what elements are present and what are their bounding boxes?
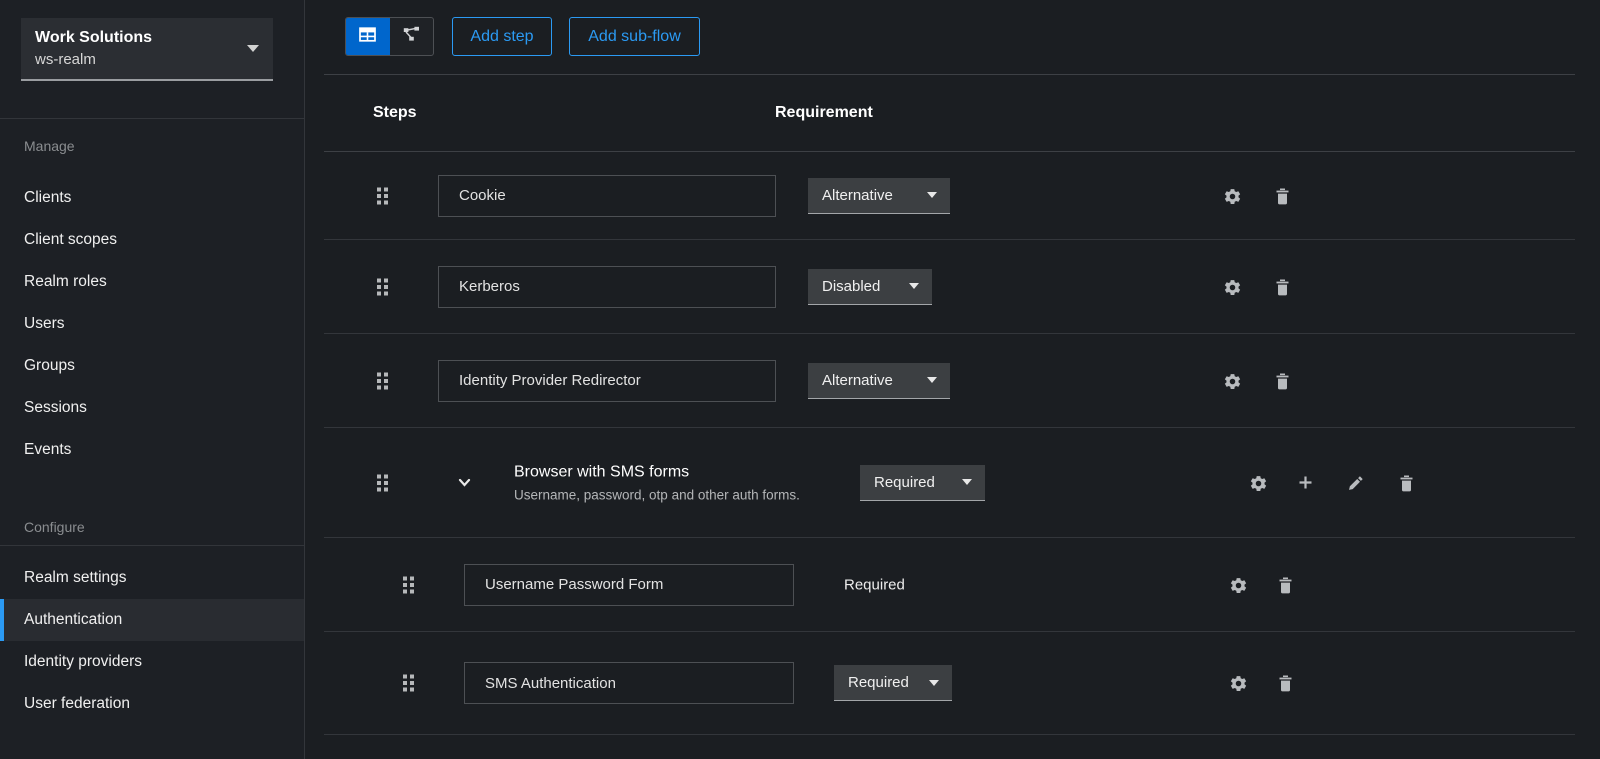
delete-button[interactable] — [1278, 577, 1294, 593]
subflow-row: Browser with SMS forms Username, passwor… — [324, 428, 1575, 538]
delete-button[interactable] — [1275, 279, 1291, 295]
gear-icon — [1230, 676, 1247, 691]
diagram-view-icon — [403, 26, 420, 47]
realm-switcher-realm-name: ws-realm — [35, 51, 96, 69]
sidebar-item-authentication[interactable]: Authentication — [0, 599, 304, 641]
step-name: SMS Authentication — [485, 674, 616, 692]
step-row: Kerberos Disabled — [324, 240, 1575, 334]
nav-list-configure: Realm settings Authentication Identity pro… — [0, 557, 304, 725]
step-row: SMS Authentication Required — [324, 632, 1575, 735]
column-header-steps: Steps — [373, 103, 417, 121]
settings-button[interactable] — [1224, 188, 1241, 204]
sidebar-item-client-scopes[interactable]: Client scopes — [0, 219, 304, 261]
sidebar: Work Solutions ws-realm Manage Clients Cl… — [0, 0, 305, 759]
plus-icon — [1299, 476, 1312, 489]
delete-button[interactable] — [1399, 475, 1415, 491]
step-name: Kerberos — [459, 278, 520, 295]
step-name-box: Cookie — [438, 174, 776, 217]
edit-button[interactable] — [1348, 475, 1364, 491]
step-row: Username Password Form Required — [324, 538, 1575, 632]
sidebar-item-identity-providers[interactable]: Identity providers — [0, 641, 304, 683]
step-name-box: Kerberos — [438, 265, 776, 308]
trash-icon — [1276, 188, 1289, 204]
subflow-title-block: Browser with SMS forms Username, passwor… — [514, 463, 800, 502]
nav-list-manage: Clients Client scopes Realm roles Users Grou… — [0, 177, 304, 471]
pencil-icon — [1349, 475, 1363, 490]
requirement-select[interactable]: Required — [860, 464, 985, 501]
trash-icon — [1279, 577, 1292, 593]
gear-icon — [1224, 373, 1241, 389]
settings-button[interactable] — [1250, 475, 1267, 491]
trash-icon — [1276, 373, 1289, 389]
drag-handle[interactable] — [376, 277, 389, 296]
settings-button[interactable] — [1224, 373, 1241, 389]
sidebar-item-groups[interactable]: Groups — [0, 345, 304, 387]
flow-table-body: Cookie Alternative Kerberos Disabled Ide… — [324, 152, 1575, 735]
requirement-select[interactable]: Required — [834, 665, 952, 701]
gear-icon — [1250, 475, 1267, 491]
chevron-down-icon[interactable] — [458, 478, 471, 487]
drag-handle[interactable] — [402, 575, 415, 594]
settings-button[interactable] — [1230, 675, 1247, 691]
subflow-description: Username, password, otp and other auth f… — [514, 487, 800, 502]
realm-switcher[interactable]: Work Solutions ws-realm — [21, 18, 273, 81]
flow-table-header: Steps Requirement — [324, 74, 1575, 152]
step-name: Cookie — [459, 187, 506, 204]
step-name: Username Password Form — [485, 576, 664, 593]
gear-icon — [1224, 279, 1241, 295]
requirement-value: Required — [844, 576, 905, 593]
step-name: Identity Provider Redirector — [459, 372, 641, 389]
step-row: Cookie Alternative — [324, 152, 1575, 240]
step-row: Identity Provider Redirector Alternative — [324, 334, 1575, 428]
delete-button[interactable] — [1275, 188, 1291, 204]
gear-icon — [1230, 577, 1247, 593]
requirement-select[interactable]: Alternative — [808, 362, 950, 399]
step-name-box: Username Password Form — [464, 563, 794, 606]
requirement-value: Required — [874, 473, 935, 491]
sidebar-item-sessions[interactable]: Sessions — [0, 387, 304, 429]
settings-button[interactable] — [1230, 577, 1247, 593]
sidebar-item-users[interactable]: Users — [0, 303, 304, 345]
sidebar-item-events[interactable]: Events — [0, 429, 304, 471]
drag-handle[interactable] — [376, 186, 389, 205]
requirement-select[interactable]: Disabled — [808, 268, 932, 305]
sidebar-item-realm-settings[interactable]: Realm settings — [0, 557, 304, 599]
step-name-box: Identity Provider Redirector — [438, 359, 776, 402]
requirement-select[interactable]: Alternative — [808, 177, 950, 214]
requirement-value: Required — [848, 674, 909, 691]
requirement-value: Alternative — [822, 186, 893, 204]
column-header-requirement: Requirement — [775, 103, 873, 121]
add-step-button[interactable] — [1298, 475, 1314, 491]
caret-down-icon — [247, 45, 259, 52]
nav-section-configure: Configure — [24, 519, 85, 535]
subflow-name: Browser with SMS forms — [514, 463, 690, 480]
step-name-box: SMS Authentication — [464, 662, 794, 704]
drag-handle[interactable] — [376, 473, 389, 492]
drag-handle[interactable] — [376, 371, 389, 390]
delete-button[interactable] — [1275, 373, 1291, 389]
realm-switcher-title: Work Solutions — [35, 28, 153, 46]
diagram-view-toggle-button[interactable] — [390, 18, 434, 55]
sidebar-item-clients[interactable]: Clients — [0, 177, 304, 219]
table-view-icon — [359, 26, 377, 47]
drag-handle[interactable] — [402, 674, 415, 693]
requirement-value: Alternative — [822, 371, 893, 389]
sidebar-item-user-federation[interactable]: User federation — [0, 683, 304, 725]
table-view-toggle-button[interactable] — [346, 18, 390, 55]
trash-icon — [1279, 675, 1292, 692]
sidebar-divider — [0, 118, 304, 119]
view-mode-toggle-group — [345, 17, 434, 56]
sidebar-item-realm-roles[interactable]: Realm roles — [0, 261, 304, 303]
trash-icon — [1400, 475, 1413, 491]
add-step-button[interactable]: Add step — [452, 17, 552, 56]
add-subflow-button[interactable]: Add sub-flow — [569, 17, 700, 56]
settings-button[interactable] — [1224, 279, 1241, 295]
nav-section-manage: Manage — [24, 138, 75, 154]
trash-icon — [1276, 279, 1289, 295]
requirement-value: Disabled — [822, 277, 881, 295]
sidebar-divider — [0, 545, 304, 546]
gear-icon — [1224, 188, 1241, 204]
delete-button[interactable] — [1278, 675, 1294, 692]
